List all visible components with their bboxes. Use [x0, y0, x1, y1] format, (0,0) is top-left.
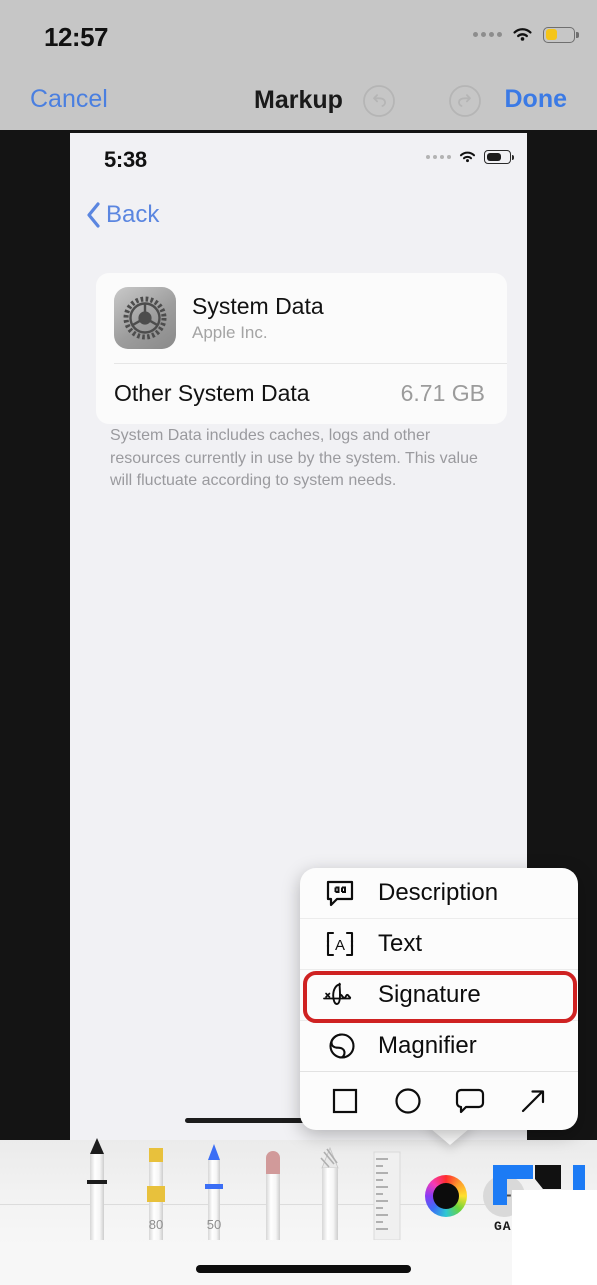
undo-icon[interactable]	[362, 84, 396, 118]
cellular-dots-icon	[473, 32, 502, 37]
highlighter-tool[interactable]: 80	[140, 1146, 172, 1245]
wifi-icon	[513, 28, 532, 41]
done-button[interactable]: Done	[505, 85, 568, 114]
arrow-shape-icon[interactable]	[517, 1085, 549, 1117]
watermark-occluding-block	[512, 1190, 597, 1285]
speech-bubble-shape-icon[interactable]	[454, 1085, 486, 1117]
status-indicators	[473, 26, 579, 43]
app-vendor: Apple Inc.	[192, 323, 268, 343]
color-wheel-icon[interactable]	[425, 1175, 467, 1217]
circle-shape-icon[interactable]	[392, 1085, 424, 1117]
signature-icon	[322, 979, 358, 1011]
redo-icon[interactable]	[448, 84, 482, 118]
speech-bubble-quote-icon	[322, 877, 358, 909]
inner-status-clock: 5:38	[104, 147, 147, 172]
markup-toolbar: Cancel Markup Done	[0, 68, 597, 130]
highlighter-opacity-label: 80	[148, 1217, 164, 1232]
back-button-label: Back	[106, 201, 160, 228]
svg-text:A: A	[335, 937, 345, 954]
settings-gear-icon	[114, 287, 176, 349]
battery-icon	[484, 150, 514, 164]
shape-tools-row	[300, 1072, 578, 1130]
back-button[interactable]: Back	[86, 195, 159, 235]
menu-item-signature[interactable]: Signature	[300, 970, 578, 1021]
eraser-tool[interactable]	[258, 1150, 288, 1245]
chevron-left-icon	[87, 202, 100, 228]
menu-item-label: Signature	[378, 981, 481, 1008]
ruler-tool[interactable]	[370, 1150, 404, 1245]
system-data-note: System Data includes caches, logs and ot…	[110, 427, 478, 490]
marker-opacity-label: 50	[206, 1217, 222, 1232]
other-system-data-label: Other System Data	[114, 380, 310, 406]
pen-tool[interactable]	[82, 1138, 112, 1245]
square-shape-icon[interactable]	[329, 1085, 361, 1117]
menu-item-label: Description	[378, 879, 499, 906]
lasso-tool[interactable]	[315, 1146, 345, 1245]
magnifier-icon	[322, 1030, 358, 1062]
markup-add-menu: Description A Text Signature Magnifier	[300, 868, 578, 1130]
menu-item-magnifier[interactable]: Magnifier	[300, 1021, 578, 1072]
other-system-data-value: 6.71 GB	[400, 380, 485, 406]
status-clock: 12:57	[44, 22, 109, 52]
markup-chrome: 12:57 Cancel Markup Done	[0, 0, 597, 130]
menu-item-description[interactable]: Description	[300, 868, 578, 919]
app-name: System Data	[192, 292, 324, 319]
system-data-card: System Data Apple Inc. Other System Data…	[96, 273, 507, 424]
app-header-row[interactable]: System Data Apple Inc.	[96, 273, 507, 363]
home-indicator	[196, 1265, 411, 1273]
inner-status-bar: 5:38	[70, 133, 527, 188]
battery-low-power-icon	[543, 26, 579, 43]
outer-status-bar: 12:57	[0, 0, 597, 68]
app-text-block: System Data Apple Inc.	[192, 293, 324, 343]
other-system-data-row[interactable]: Other System Data 6.71 GB	[96, 364, 507, 424]
cellular-dots-icon	[426, 155, 451, 159]
inner-status-indicators	[426, 150, 514, 164]
wifi-icon	[459, 151, 476, 163]
menu-item-text[interactable]: A Text	[300, 919, 578, 970]
menu-item-label: Text	[378, 930, 423, 957]
text-box-a-icon: A	[322, 928, 358, 960]
menu-item-label: Magnifier	[378, 1032, 477, 1059]
marker-tool[interactable]: 50	[199, 1142, 229, 1245]
